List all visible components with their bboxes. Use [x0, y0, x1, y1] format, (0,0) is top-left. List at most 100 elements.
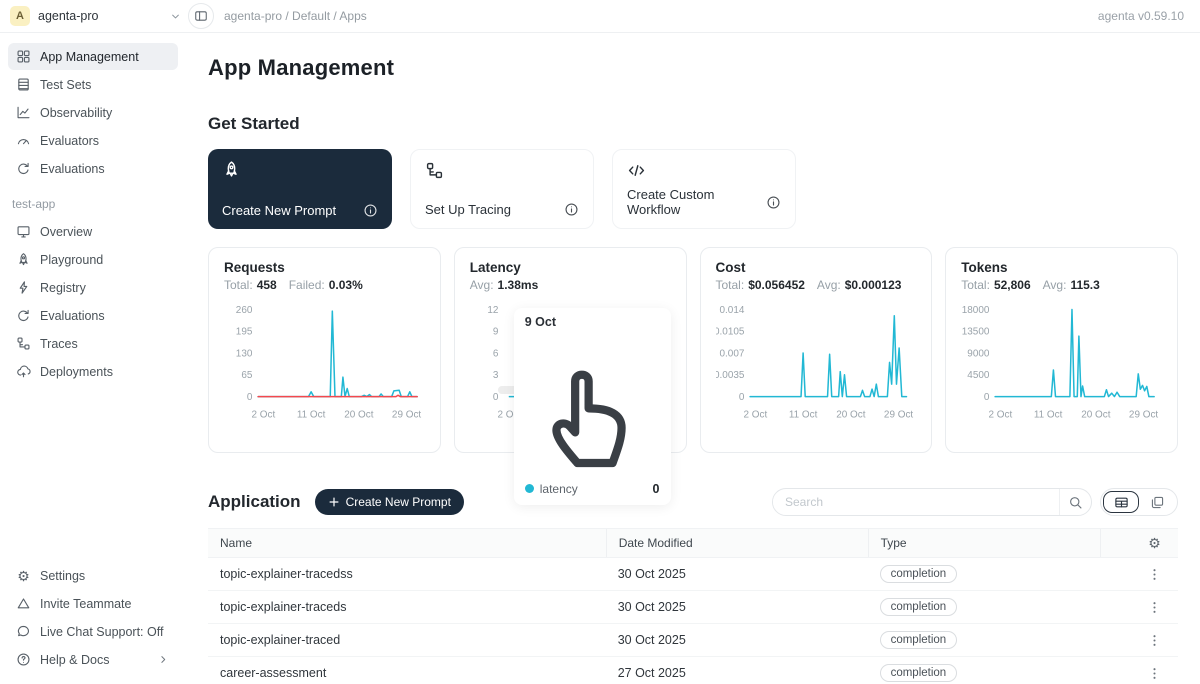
- table-row-topic-explainer-tracedss[interactable]: topic-explainer-tracedss30 Oct 2025compl…: [208, 558, 1178, 591]
- kebab-icon[interactable]: [1147, 633, 1162, 648]
- type-badge: completion: [880, 664, 958, 682]
- get-started-card-create-new-prompt[interactable]: Create New Prompt: [208, 149, 392, 229]
- cell-date-modified: 27 Oct 2025: [606, 666, 868, 680]
- series-dot: [525, 484, 534, 493]
- sidebar-item-app-management[interactable]: App Management: [8, 43, 178, 70]
- sidebar-item-traces[interactable]: Traces: [8, 330, 178, 357]
- metric-total: Total:$0.056452: [716, 278, 805, 292]
- stats-cards: RequestsTotal:458Failed:0.03%26019513065…: [208, 247, 1178, 453]
- stat-card-tokens: TokensTotal:52,806Avg:115.31800013500900…: [945, 247, 1178, 453]
- search-input[interactable]: [773, 495, 1059, 509]
- metric-total: Total:458: [224, 278, 277, 292]
- card-label: Create New Prompt: [222, 203, 336, 218]
- search-icon[interactable]: [1059, 489, 1091, 515]
- svg-text:20 Oct: 20 Oct: [1081, 409, 1111, 420]
- sidebar-item-live-chat-support-off[interactable]: Live Chat Support: Off: [8, 618, 178, 645]
- cell-type: completion: [868, 565, 1101, 583]
- metric-failed: Failed:0.03%: [289, 278, 363, 292]
- latency-chart[interactable]: 1296302 Oct11 Oct20 Oct29 Oct9 Octlatenc…: [470, 300, 671, 425]
- info-icon[interactable]: [564, 202, 579, 217]
- page-title: App Management: [208, 55, 1178, 81]
- card-footer: Create Custom Workflow: [627, 187, 781, 217]
- svg-text:130: 130: [236, 348, 253, 359]
- card-footer: Create New Prompt: [222, 203, 378, 218]
- svg-text:0: 0: [247, 392, 253, 403]
- svg-text:18000: 18000: [962, 305, 990, 316]
- kebab-icon[interactable]: [1147, 567, 1162, 582]
- sidebar-group-nav: Overview PlaygroundRegistryEvaluationsTra…: [8, 218, 178, 386]
- svg-text:6: 6: [493, 348, 499, 359]
- metric-avg: Avg:$0.000123: [817, 278, 902, 292]
- column-header-date-modified: Date Modified: [606, 529, 868, 557]
- svg-text:12: 12: [487, 305, 499, 316]
- workspace-selector[interactable]: A agenta-pro: [10, 6, 182, 26]
- sidebar-toggle-button[interactable]: [188, 3, 214, 29]
- cost-chart[interactable]: 0.0140.01050.0070.003502 Oct11 Oct20 Oct…: [716, 300, 917, 425]
- tooltip-series-name: latency: [540, 482, 578, 496]
- card-label: Create Custom Workflow: [627, 187, 766, 217]
- arrows-clockwise-icon: [16, 161, 31, 176]
- create-new-prompt-button[interactable]: Create New Prompt: [315, 489, 464, 515]
- get-started-card-create-custom-workflow[interactable]: Create Custom Workflow: [612, 149, 796, 229]
- requests-chart[interactable]: 2601951306502 Oct11 Oct20 Oct29 Oct: [224, 300, 425, 425]
- cell-date-modified: 30 Oct 2025: [606, 567, 868, 581]
- chevron-right-icon: [157, 653, 170, 666]
- create-new-prompt-label: Create New Prompt: [346, 495, 451, 509]
- info-icon[interactable]: [363, 203, 378, 218]
- cards-view-icon: [1150, 495, 1165, 510]
- table-row-topic-explainer-traceds[interactable]: topic-explainer-traceds30 Oct 2025comple…: [208, 591, 1178, 624]
- cell-name: topic-explainer-traced: [208, 633, 606, 647]
- plus-icon: [328, 496, 340, 508]
- kebab-icon[interactable]: [1147, 666, 1162, 681]
- sidebar-item-evaluations[interactable]: Evaluations: [8, 155, 178, 182]
- table-body: topic-explainer-tracedss30 Oct 2025compl…: [208, 558, 1178, 684]
- svg-text:20 Oct: 20 Oct: [344, 409, 374, 420]
- cloud-arrow-up-icon: [16, 364, 31, 379]
- sidebar-item-label: Observability: [40, 106, 112, 120]
- chat-bubble-icon: [16, 624, 31, 639]
- table-view-icon: [1114, 495, 1129, 510]
- cell-type: completion: [868, 664, 1101, 682]
- info-icon[interactable]: [766, 195, 781, 210]
- sidebar-item-deployments[interactable]: Deployments: [8, 358, 178, 385]
- svg-text:29 Oct: 29 Oct: [1129, 409, 1159, 420]
- kebab-icon[interactable]: [1147, 600, 1162, 615]
- cell-actions: [1100, 666, 1178, 681]
- svg-text:2 Oct: 2 Oct: [743, 409, 767, 420]
- stat-card-title: Requests: [224, 260, 425, 275]
- gear-icon[interactable]: ⚙: [1147, 536, 1162, 551]
- sidebar-item-test-sets[interactable]: Test Sets: [8, 71, 178, 98]
- tokens-chart[interactable]: 18000135009000450002 Oct11 Oct20 Oct29 O…: [961, 300, 1162, 425]
- svg-text:29 Oct: 29 Oct: [392, 409, 422, 420]
- stat-card-metrics: Total:$0.056452 Avg:$0.000123: [716, 278, 917, 292]
- table-row-topic-explainer-traced[interactable]: topic-explainer-traced30 Oct 2025complet…: [208, 624, 1178, 657]
- sidebar-item-label: Overview: [40, 225, 92, 239]
- sidebar-item-evaluations[interactable]: Evaluations: [8, 302, 178, 329]
- card-view-button[interactable]: [1139, 491, 1175, 513]
- sidebar-item-registry[interactable]: Registry: [8, 274, 178, 301]
- gauge-icon: [16, 133, 31, 148]
- sidebar-item-observability[interactable]: Observability: [8, 99, 178, 126]
- stat-card-metrics: Avg:1.38ms: [470, 278, 671, 292]
- application-header: Application Create New Prompt: [208, 488, 1178, 516]
- sidebar-item-help-docs[interactable]: Help & Docs: [8, 646, 178, 673]
- card-label: Set Up Tracing: [425, 202, 511, 217]
- lightning-icon: [16, 280, 31, 295]
- sidebar-item-playground[interactable]: Playground: [8, 246, 178, 273]
- sidebar-item-settings[interactable]: ⚙Settings: [8, 562, 178, 589]
- svg-text:13500: 13500: [962, 327, 990, 338]
- sidebar: App ManagementTest Sets Observability Eval…: [0, 33, 186, 684]
- get-started-heading: Get Started: [208, 114, 1178, 134]
- tree-structure-icon: [16, 336, 31, 351]
- svg-text:11 Oct: 11 Oct: [788, 409, 817, 420]
- grid-icon: [16, 49, 31, 64]
- table-row-career-assessment[interactable]: career-assessment27 Oct 2025completion: [208, 657, 1178, 684]
- sidebar-item-invite-teammate[interactable]: Invite Teammate: [8, 590, 178, 617]
- sidebar-item-evaluators[interactable]: Evaluators: [8, 127, 178, 154]
- table-view-button[interactable]: [1103, 491, 1139, 513]
- version-label: agenta v0.59.10: [1098, 9, 1184, 23]
- metric-avg: Avg:1.38ms: [470, 278, 539, 292]
- breadcrumb: agenta-pro / Default / Apps: [224, 9, 367, 23]
- get-started-card-set-up-tracing[interactable]: Set Up Tracing: [410, 149, 594, 229]
- sidebar-item-overview[interactable]: Overview: [8, 218, 178, 245]
